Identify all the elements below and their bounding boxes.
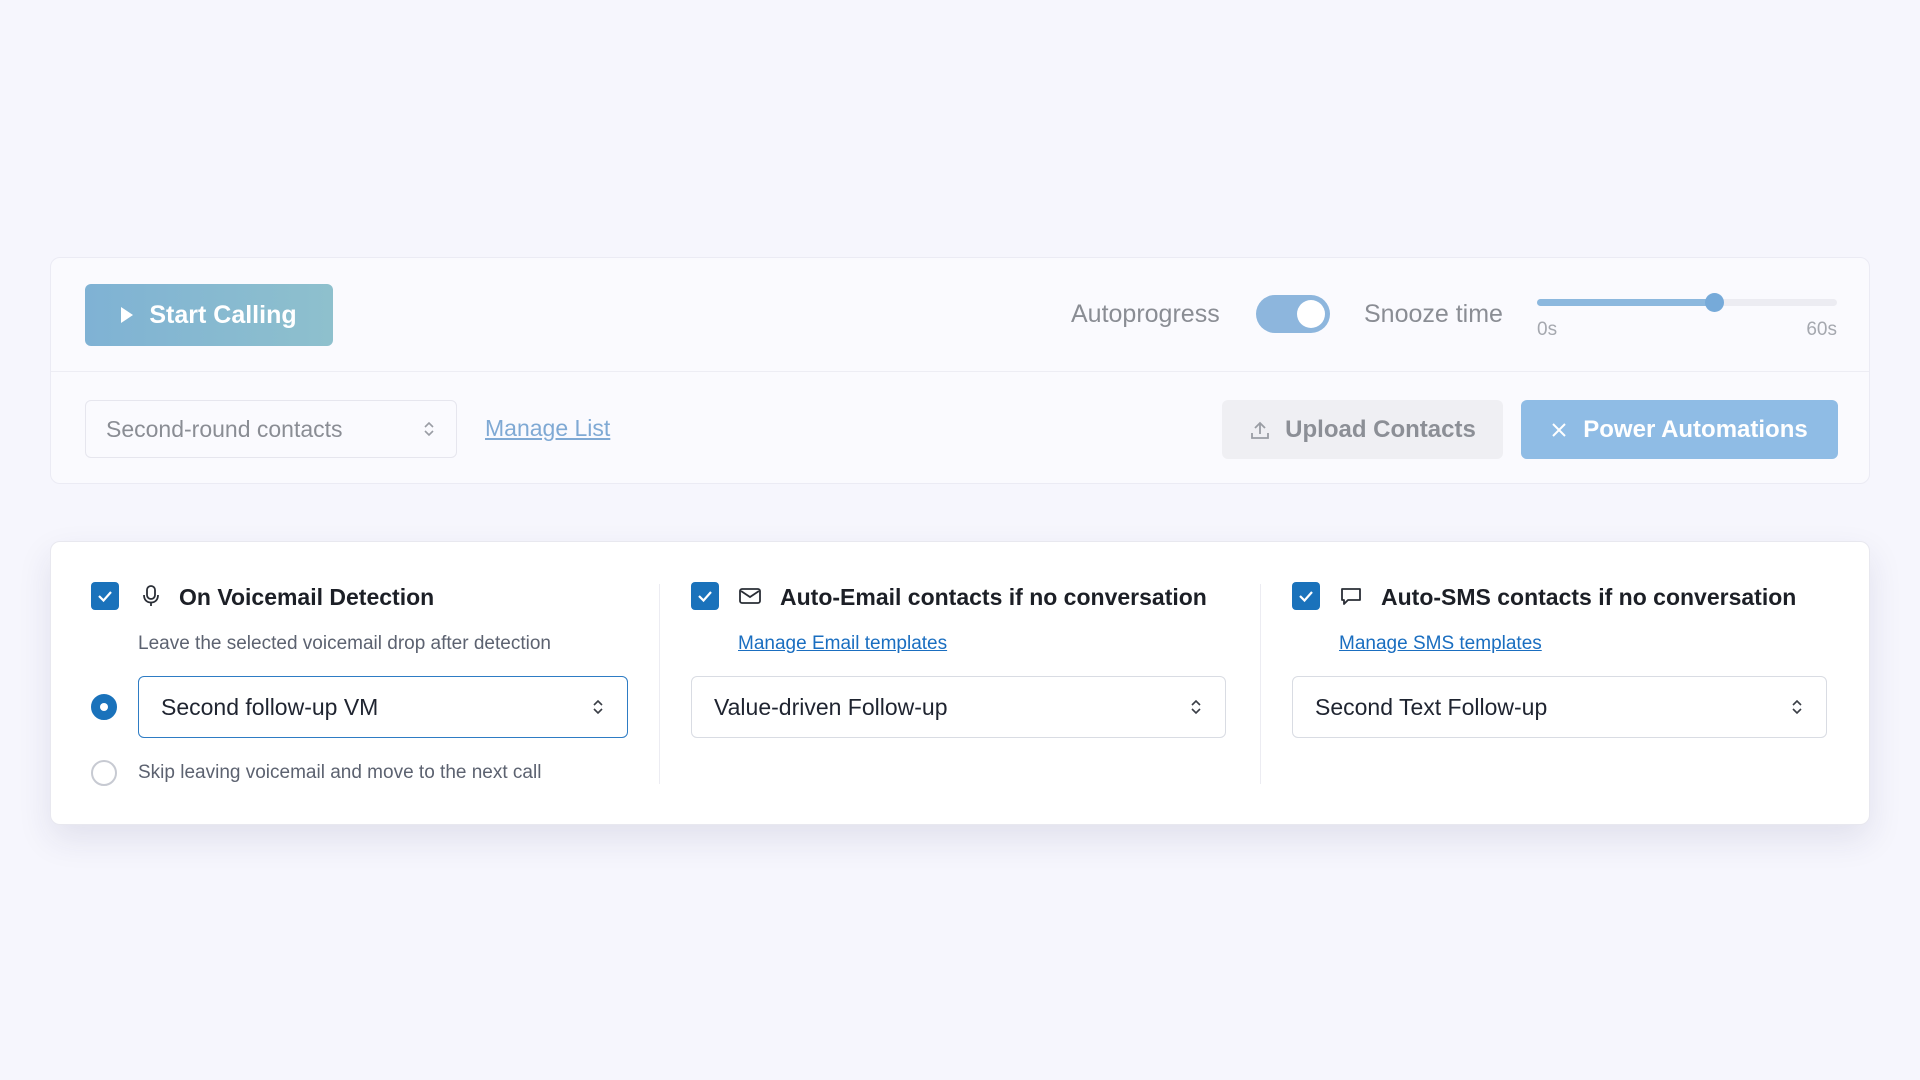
autoprogress-label: Autoprogress — [1071, 300, 1220, 328]
skip-voicemail-label: Skip leaving voicemail and move to the n… — [138, 762, 542, 783]
automations-panel: On Voicemail Detection Leave the selecte… — [50, 541, 1870, 825]
snooze-time-label: Snooze time — [1364, 300, 1503, 328]
chat-bubble-icon — [1338, 583, 1364, 609]
auto-email-column: Auto-Email contacts if no conversation M… — [691, 542, 1251, 824]
chevron-updown-icon — [1792, 699, 1802, 715]
manage-email-templates-link[interactable]: Manage Email templates — [738, 633, 947, 655]
sms-template-select[interactable]: Second Text Follow-up — [1292, 676, 1827, 738]
slider-thumb[interactable] — [1705, 293, 1724, 312]
power-automations-button[interactable]: Power Automations — [1521, 400, 1838, 459]
dialer-controls-row: Start Calling Autoprogress Snooze time 0… — [51, 258, 1869, 372]
contact-list-select[interactable]: Second-round contacts — [85, 400, 457, 458]
chevron-updown-icon — [1191, 699, 1201, 715]
auto-email-checkbox[interactable] — [691, 582, 719, 610]
contact-list-value: Second-round contacts — [106, 415, 343, 442]
close-icon — [1552, 422, 1566, 437]
manage-list-link[interactable]: Manage List — [485, 415, 610, 442]
autoprogress-toggle[interactable] — [1256, 295, 1330, 333]
email-template-select[interactable]: Value-driven Follow-up — [691, 676, 1226, 738]
voicemail-drop-radio[interactable] — [91, 694, 117, 720]
auto-sms-column: Auto-SMS contacts if no conversation Man… — [1292, 542, 1852, 824]
snooze-time-slider[interactable]: 0s 60s — [1537, 293, 1837, 351]
sms-template-value: Second Text Follow-up — [1315, 693, 1548, 720]
auto-email-title: Auto-Email contacts if no conversation — [780, 584, 1207, 610]
slider-max-label: 60s — [1806, 319, 1837, 340]
upload-contacts-label: Upload Contacts — [1285, 415, 1476, 443]
power-automations-label: Power Automations — [1583, 415, 1808, 443]
voicemail-title: On Voicemail Detection — [179, 584, 435, 610]
slider-min-label: 0s — [1537, 319, 1558, 340]
column-divider — [659, 584, 660, 784]
voicemail-drop-value: Second follow-up VM — [161, 693, 379, 720]
check-icon — [698, 591, 712, 603]
voicemail-description: Leave the selected voicemail drop after … — [138, 633, 551, 654]
mail-icon — [737, 583, 763, 609]
upload-icon — [1251, 421, 1270, 439]
start-calling-label: Start Calling — [149, 300, 297, 329]
slider-fill — [1537, 299, 1714, 306]
chevron-updown-icon — [424, 421, 434, 437]
voicemail-checkbox[interactable] — [91, 582, 119, 610]
voicemail-column: On Voicemail Detection Leave the selecte… — [51, 542, 641, 824]
microphone-icon — [138, 583, 164, 609]
upload-contacts-button[interactable]: Upload Contacts — [1222, 400, 1503, 459]
chevron-updown-icon — [593, 699, 603, 715]
check-icon — [98, 591, 112, 603]
manage-sms-templates-link[interactable]: Manage SMS templates — [1339, 633, 1542, 655]
column-divider — [1260, 584, 1261, 784]
dialer-card: Start Calling Autoprogress Snooze time 0… — [50, 257, 1870, 484]
skip-voicemail-radio[interactable] — [91, 760, 117, 786]
auto-sms-title: Auto-SMS contacts if no conversation — [1381, 584, 1797, 610]
toggle-knob — [1297, 300, 1325, 328]
email-template-value: Value-driven Follow-up — [714, 693, 948, 720]
voicemail-drop-select[interactable]: Second follow-up VM — [138, 676, 628, 738]
check-icon — [1299, 591, 1313, 603]
auto-sms-checkbox[interactable] — [1292, 582, 1320, 610]
play-icon — [121, 307, 134, 323]
start-calling-button[interactable]: Start Calling — [85, 284, 333, 346]
